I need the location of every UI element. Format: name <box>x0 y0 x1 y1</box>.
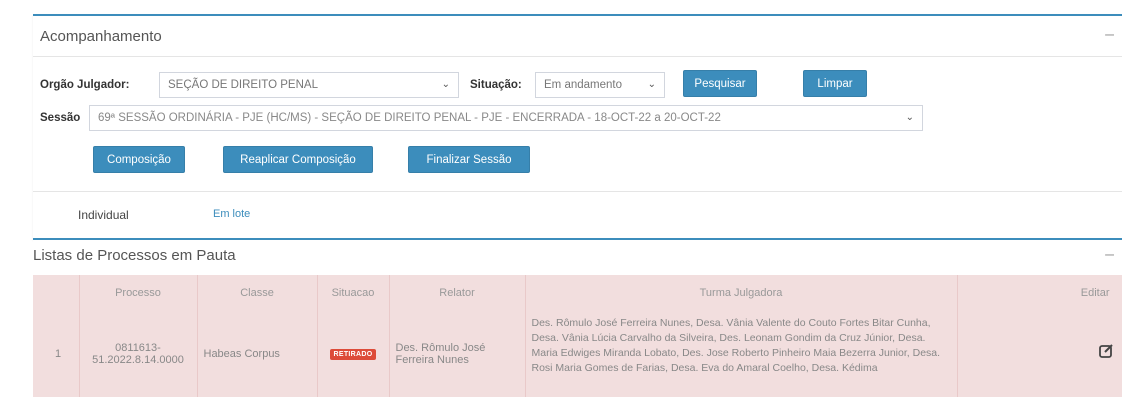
row-number: 1 <box>33 310 80 397</box>
orgao-julgador-value: SEÇÃO DE DIREITO PENAL <box>168 79 318 91</box>
minus-icon[interactable]: – <box>1105 26 1114 44</box>
table-header-row: Processo Classe Situacao Relator Turma J… <box>33 275 1122 310</box>
list-title: Listas de Processos em Pauta <box>33 247 236 264</box>
column-header-turma[interactable]: Turma Julgadora <box>525 275 958 310</box>
sessao-value: 69ª SESSÃO ORDINÁRIA - PJE (HC/MS) - SEÇ… <box>98 112 721 124</box>
minus-icon[interactable]: – <box>1105 246 1114 264</box>
composicao-button[interactable]: Composição <box>93 146 185 173</box>
processos-table: Processo Classe Situacao Relator Turma J… <box>33 275 1122 397</box>
orgao-julgador-label: Orgão Julgador: <box>40 79 130 91</box>
situacao-select[interactable]: Em andamento ⌄ <box>535 72 665 98</box>
sessao-label: Sessão <box>40 112 81 124</box>
reaplicar-composicao-button[interactable]: Reaplicar Composição <box>223 146 373 173</box>
finalizar-sessao-button[interactable]: Finalizar Sessão <box>408 146 530 173</box>
sessao-select[interactable]: 69ª SESSÃO ORDINÁRIA - PJE (HC/MS) - SEÇ… <box>89 105 923 131</box>
relator-value: Des. Rômulo José Ferreira Nunes <box>389 310 526 397</box>
panel-title: Acompanhamento <box>40 28 162 45</box>
situacao-value: Em andamento <box>544 79 622 91</box>
column-header-num <box>33 275 80 310</box>
chevron-down-icon: ⌄ <box>905 112 914 123</box>
chevron-down-icon: ⌄ <box>441 79 450 90</box>
turma-value: Des. Rômulo José Ferreira Nunes, Desa. V… <box>531 317 941 374</box>
pesquisar-button[interactable]: Pesquisar <box>683 70 757 97</box>
column-header-editar: Editar <box>957 275 1122 310</box>
status-badge: RETIRADO <box>329 349 377 360</box>
edit-icon[interactable] <box>1098 343 1114 364</box>
processos-panel: Listas de Processos em Pauta – Processo … <box>33 238 1122 397</box>
column-header-classe[interactable]: Classe <box>197 275 318 310</box>
orgao-julgador-select[interactable]: SEÇÃO DE DIREITO PENAL ⌄ <box>159 72 459 98</box>
limpar-button[interactable]: Limpar <box>803 70 867 97</box>
acompanhamento-panel: Acompanhamento – Orgão Julgador: SEÇÃO D… <box>33 14 1122 240</box>
column-header-processo[interactable]: Processo <box>79 275 198 310</box>
processo-number[interactable]: 0811613-51.2022.8.14.0000 <box>79 310 198 397</box>
situacao-label: Situação: <box>470 79 522 91</box>
divider <box>33 191 1122 192</box>
column-header-situacao[interactable]: Situacao <box>317 275 390 310</box>
tab-em-lote[interactable]: Em lote <box>213 208 250 220</box>
chevron-down-icon: ⌄ <box>647 79 656 90</box>
table-row: 1 0811613-51.2022.8.14.0000 Habeas Corpu… <box>33 310 1122 397</box>
column-header-relator[interactable]: Relator <box>389 275 526 310</box>
tab-individual[interactable]: Individual <box>78 208 129 222</box>
divider <box>33 56 1122 57</box>
classe-value: Habeas Corpus <box>197 310 318 397</box>
